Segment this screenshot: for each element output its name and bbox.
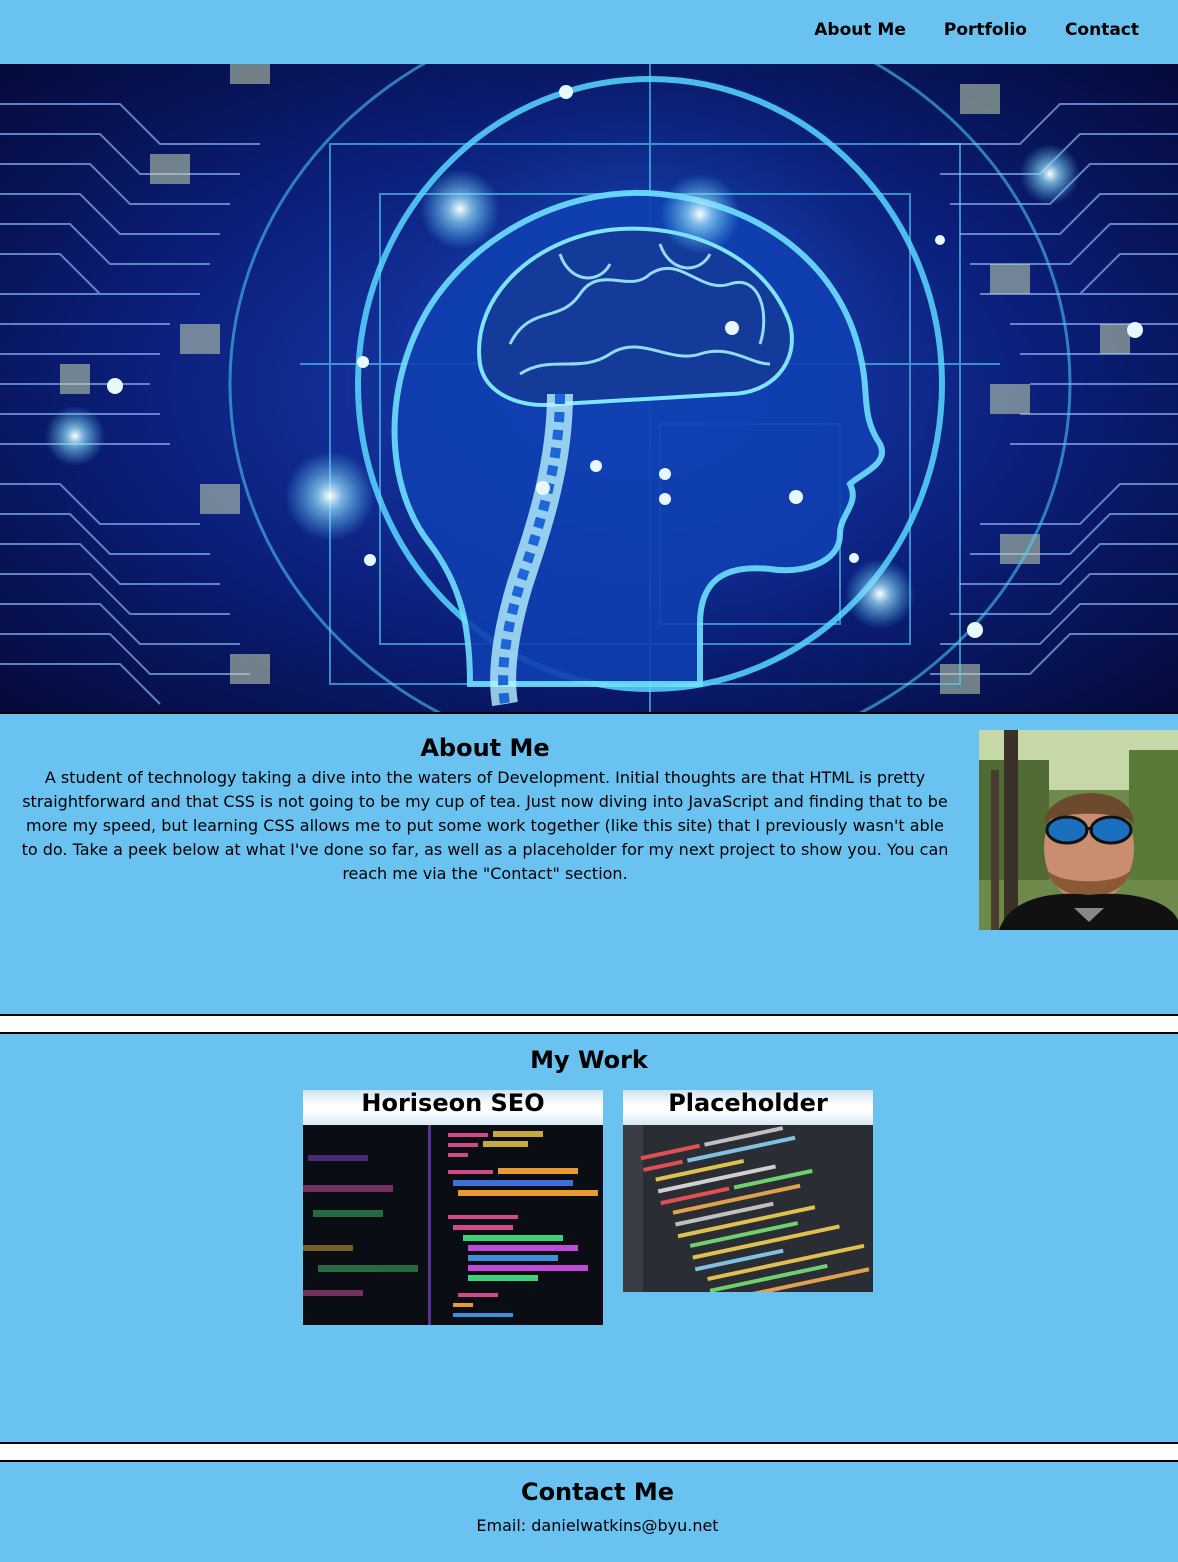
contact-email[interactable]: Email: danielwatkins@byu.net [0,1516,1178,1535]
profile-photo [979,730,1178,930]
main-nav: About Me Portfolio Contact [814,20,1139,40]
project-title-horiseon[interactable]: Horiseon SEO [303,1090,603,1125]
project-image-placeholder[interactable] [623,1125,873,1292]
top-nav-bar: About Me Portfolio Contact [0,0,1178,64]
nav-link-about-me[interactable]: About Me [814,20,906,40]
nav-link-portfolio[interactable]: Portfolio [944,20,1027,40]
about-heading: About Me [420,734,550,762]
work-heading: My Work [530,1046,648,1074]
nav-link-contact[interactable]: Contact [1065,20,1139,40]
hero-banner-image [0,64,1178,712]
work-section: My Work Horiseon SEO Placeholder [0,1034,1178,1442]
about-section: About Me A student of technology taking … [0,714,1178,1014]
about-text: A student of technology taking a dive in… [21,768,949,883]
section-gap [0,1016,1178,1032]
project-title-placeholder[interactable]: Placeholder [623,1090,873,1125]
contact-heading: Contact Me [520,1478,675,1506]
project-image-horiseon[interactable] [303,1125,603,1325]
contact-section: Contact Me Email: danielwatkins@byu.net [0,1462,1178,1562]
section-gap [0,1444,1178,1460]
